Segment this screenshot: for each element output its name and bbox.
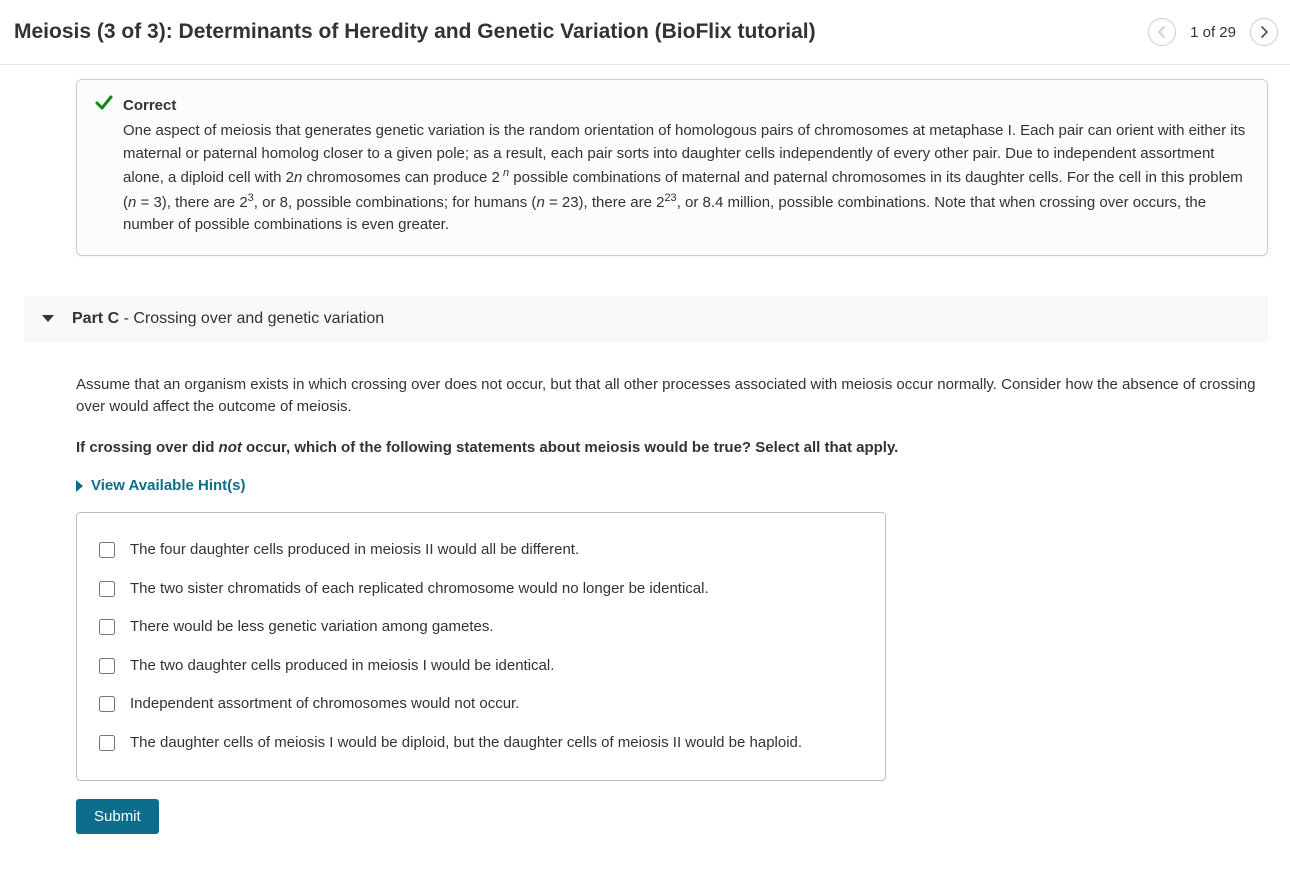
part-c-body: Assume that an organism exists in which … <box>76 374 1268 835</box>
option-checkbox[interactable] <box>99 658 115 674</box>
option-row[interactable]: The two daughter cells produced in meios… <box>95 647 867 686</box>
feedback-box: Correct One aspect of meiosis that gener… <box>76 79 1268 256</box>
option-label: There would be less genetic variation am… <box>130 616 494 639</box>
option-checkbox[interactable] <box>99 619 115 635</box>
chevron-right-icon <box>1260 26 1268 38</box>
part-c-title: Part C - Crossing over and genetic varia… <box>72 310 384 328</box>
option-checkbox[interactable] <box>99 542 115 558</box>
options-box: The four daughter cells produced in meio… <box>76 512 886 781</box>
submit-button[interactable]: Submit <box>76 799 159 834</box>
part-c-intro: Assume that an organism exists in which … <box>76 374 1268 419</box>
pagination-nav: 1 of 29 <box>1148 18 1278 46</box>
feedback-text: One aspect of meiosis that generates gen… <box>123 120 1249 237</box>
hints-toggle[interactable]: View Available Hint(s) <box>76 477 1268 494</box>
prev-button[interactable] <box>1148 18 1176 46</box>
option-row[interactable]: There would be less genetic variation am… <box>95 608 867 647</box>
option-row[interactable]: The four daughter cells produced in meio… <box>95 531 867 570</box>
page-title: Meiosis (3 of 3): Determinants of Heredi… <box>14 20 816 44</box>
option-label: The four daughter cells produced in meio… <box>130 539 579 562</box>
option-row[interactable]: The two sister chromatids of each replic… <box>95 570 867 609</box>
option-label: The daughter cells of meiosis I would be… <box>130 732 802 755</box>
option-checkbox[interactable] <box>99 696 115 712</box>
chevron-left-icon <box>1158 26 1166 38</box>
option-row[interactable]: Independent assortment of chromosomes wo… <box>95 685 867 724</box>
feedback-status: Correct <box>123 97 176 114</box>
page-header: Meiosis (3 of 3): Determinants of Heredi… <box>0 0 1290 65</box>
check-icon <box>95 94 113 116</box>
option-checkbox[interactable] <box>99 581 115 597</box>
option-label: The two sister chromatids of each replic… <box>130 578 709 601</box>
next-button[interactable] <box>1250 18 1278 46</box>
part-c-question: If crossing over did not occur, which of… <box>76 437 1268 460</box>
option-label: The two daughter cells produced in meios… <box>130 655 554 678</box>
page-count: 1 of 29 <box>1184 24 1242 41</box>
caret-down-icon <box>42 315 54 322</box>
caret-right-icon <box>76 480 83 492</box>
hints-label: View Available Hint(s) <box>91 477 246 494</box>
feedback-header: Correct <box>95 94 1249 116</box>
option-label: Independent assortment of chromosomes wo… <box>130 693 519 716</box>
part-c-header[interactable]: Part C - Crossing over and genetic varia… <box>24 296 1268 342</box>
option-checkbox[interactable] <box>99 735 115 751</box>
option-row[interactable]: The daughter cells of meiosis I would be… <box>95 724 867 763</box>
